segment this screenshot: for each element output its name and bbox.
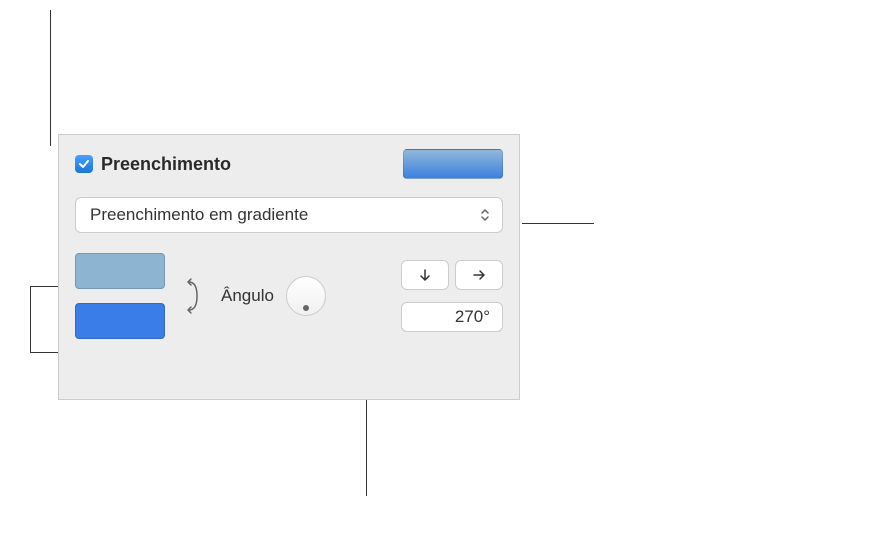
fill-panel: Preenchimento Preenchimento em gradiente <box>58 134 520 400</box>
fill-checkbox-group: Preenchimento <box>75 154 231 175</box>
direction-down-button[interactable] <box>401 260 449 290</box>
chevron-updown-icon <box>472 202 498 228</box>
gradient-color-2[interactable] <box>75 303 165 339</box>
fill-preview-swatch[interactable] <box>403 149 503 179</box>
angle-section: Ângulo <box>221 276 326 316</box>
direction-controls: 270° <box>401 260 503 332</box>
fill-checkbox[interactable] <box>75 155 93 173</box>
dropdown-selected-label: Preenchimento em gradiente <box>90 205 308 225</box>
callout-line <box>30 286 31 352</box>
gradient-controls: Ângulo 270° <box>75 253 503 339</box>
angle-label: Ângulo <box>221 286 274 306</box>
angle-dial[interactable] <box>286 276 326 316</box>
arrow-down-icon <box>418 268 432 282</box>
angle-input[interactable]: 270° <box>401 302 503 332</box>
swap-arrows-icon <box>185 272 201 320</box>
callout-line <box>522 223 594 224</box>
direction-right-button[interactable] <box>455 260 503 290</box>
gradient-color-swatches <box>75 253 165 339</box>
angle-value: 270° <box>455 307 490 327</box>
direction-button-row <box>401 260 503 290</box>
fill-label: Preenchimento <box>101 154 231 175</box>
arrow-right-icon <box>472 268 486 282</box>
header-row: Preenchimento <box>75 149 503 179</box>
callout-line <box>50 10 51 146</box>
swap-colors-button[interactable] <box>181 266 205 326</box>
fill-type-dropdown[interactable]: Preenchimento em gradiente <box>75 197 503 233</box>
gradient-color-1[interactable] <box>75 253 165 289</box>
checkmark-icon <box>78 158 90 170</box>
callout-line <box>366 396 367 496</box>
